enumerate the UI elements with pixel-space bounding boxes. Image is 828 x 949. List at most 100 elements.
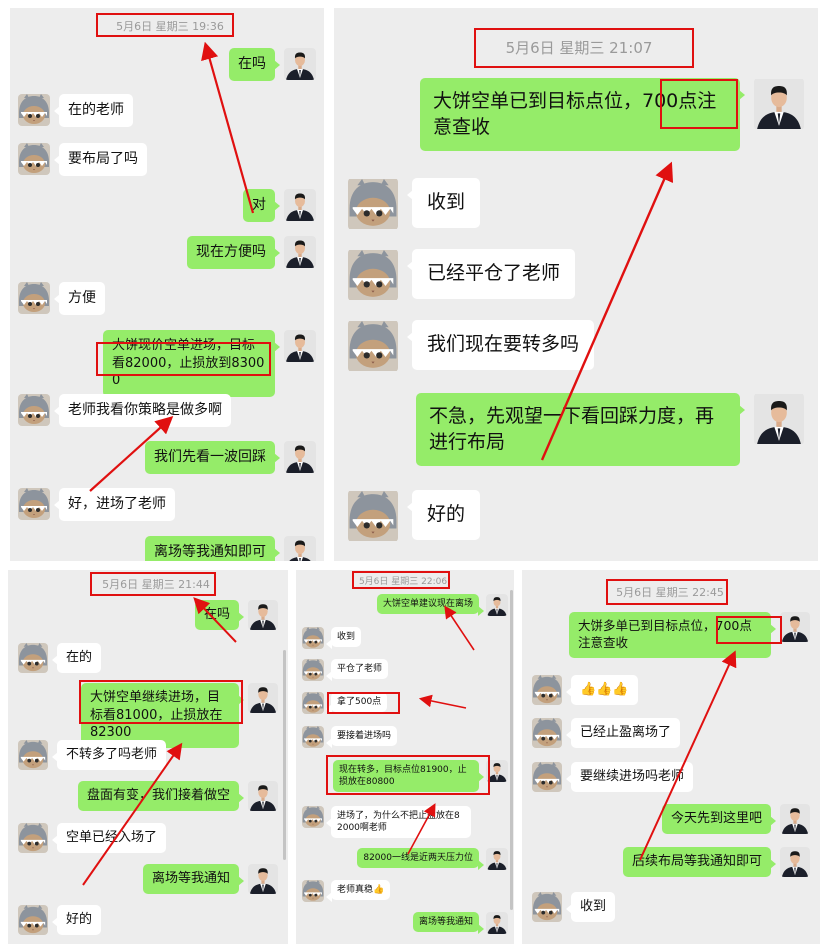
cat-shark-avatar[interactable] xyxy=(18,394,50,426)
cat-shark-avatar[interactable] xyxy=(348,320,398,372)
teacher-avatar[interactable] xyxy=(248,864,278,894)
message-bubble[interactable]: 在的老师 xyxy=(54,94,133,127)
message-bubble[interactable]: 盘面有变，我们接着做空 xyxy=(77,781,245,811)
message-bubble[interactable]: 离场等我通知即可 xyxy=(145,536,280,561)
teacher-avatar[interactable] xyxy=(248,781,278,811)
message-row: 我们现在要转多吗 xyxy=(348,320,595,372)
teacher-avatar[interactable] xyxy=(754,393,804,445)
message-bubble[interactable]: 在吗 xyxy=(194,600,245,630)
message-row: 进场了，为什么不把止盈放在82000啊老师 xyxy=(302,806,471,839)
message-bubble[interactable]: 进场了，为什么不把止盈放在82000啊老师 xyxy=(326,806,471,839)
teacher-avatar[interactable] xyxy=(284,236,316,268)
message-row: 对 xyxy=(243,189,316,222)
message-bubble[interactable]: 好，进场了老师 xyxy=(54,488,175,521)
message-bubble[interactable]: 对 xyxy=(243,189,280,222)
message-row: 👍👍👍 xyxy=(532,675,638,705)
message-row: 要继续进场吗老师 xyxy=(532,762,694,792)
message-bubble[interactable]: 要接着进场吗 xyxy=(325,726,398,749)
message-bubble[interactable]: 老师我看你策略是做多啊 xyxy=(54,394,231,427)
message-bubble[interactable]: 后续布局等我通知即可 xyxy=(622,847,777,877)
message-bubble[interactable]: 我们现在要转多吗 xyxy=(406,320,595,370)
cat-shark-avatar[interactable] xyxy=(532,675,562,705)
cat-shark-avatar[interactable] xyxy=(302,627,324,649)
cat-shark-avatar[interactable] xyxy=(302,692,324,714)
cat-shark-avatar[interactable] xyxy=(18,94,50,126)
highlight-box xyxy=(326,755,490,795)
message-row: 在的 xyxy=(18,643,102,673)
cat-shark-avatar[interactable] xyxy=(18,488,50,520)
scrollbar[interactable] xyxy=(283,650,286,860)
message-row: 好的 xyxy=(348,490,481,542)
message-bubble[interactable]: 在吗 xyxy=(229,48,280,81)
message-bubble[interactable]: 大饼空单建议现在离场 xyxy=(376,594,485,617)
message-row: 要接着进场吗 xyxy=(302,726,398,749)
chat-panel-2: 5月6日 星期三 21:07 大饼空单已到目标点位，700点注意查收 收到 已经… xyxy=(334,8,818,561)
teacher-avatar[interactable] xyxy=(248,683,278,713)
message-bubble[interactable]: 离场等我通知 xyxy=(412,912,485,935)
scrollbar[interactable] xyxy=(510,590,513,910)
message-bubble[interactable]: 在的 xyxy=(51,643,102,673)
cat-shark-avatar[interactable] xyxy=(302,726,324,748)
cat-shark-avatar[interactable] xyxy=(348,490,398,542)
message-row: 82000一线是近两天压力位 xyxy=(357,848,508,871)
message-bubble[interactable]: 82000一线是近两天压力位 xyxy=(357,848,484,871)
message-bubble[interactable]: 👍👍👍 xyxy=(566,675,638,705)
message-bubble[interactable]: 好的 xyxy=(51,905,102,935)
highlight-box xyxy=(79,680,243,724)
teacher-avatar[interactable] xyxy=(754,78,804,130)
cat-shark-avatar[interactable] xyxy=(348,178,398,230)
message-bubble[interactable]: 空单已经入场了 xyxy=(51,823,167,853)
cat-shark-avatar[interactable] xyxy=(18,740,48,770)
cat-shark-avatar[interactable] xyxy=(18,643,48,673)
teacher-avatar[interactable] xyxy=(486,594,508,616)
message-bubble[interactable]: 收到 xyxy=(325,627,362,650)
teacher-avatar[interactable] xyxy=(780,612,810,642)
message-bubble[interactable]: 不转多了吗老师 xyxy=(51,740,167,770)
teacher-avatar[interactable] xyxy=(248,600,278,630)
message-bubble[interactable]: 要布局了吗 xyxy=(54,143,147,176)
message-row: 我们先看一波回踩 xyxy=(145,441,316,474)
message-bubble[interactable]: 老师真稳👍 xyxy=(325,880,391,903)
message-bubble[interactable]: 已经平仓了老师 xyxy=(406,249,576,299)
cat-shark-avatar[interactable] xyxy=(348,249,398,301)
message-bubble[interactable]: 离场等我通知 xyxy=(142,864,245,894)
cat-shark-avatar[interactable] xyxy=(18,282,50,314)
teacher-avatar[interactable] xyxy=(284,48,316,80)
message-bubble[interactable]: 今天先到这里吧 xyxy=(661,804,777,834)
message-bubble[interactable]: 好的 xyxy=(406,490,481,540)
cat-shark-avatar[interactable] xyxy=(302,659,324,681)
teacher-avatar[interactable] xyxy=(284,441,316,473)
message-bubble[interactable]: 收到 xyxy=(565,892,616,922)
highlight-box xyxy=(606,579,728,605)
cat-shark-avatar[interactable] xyxy=(532,892,562,922)
message-bubble[interactable]: 我们先看一波回踩 xyxy=(145,441,280,474)
highlight-box xyxy=(96,342,271,376)
message-bubble[interactable]: 方便 xyxy=(54,282,105,315)
teacher-avatar[interactable] xyxy=(486,848,508,870)
cat-shark-avatar[interactable] xyxy=(18,905,48,935)
cat-shark-avatar[interactable] xyxy=(302,806,324,828)
message-row: 不急，先观望一下看回踩力度，再进行布局 xyxy=(416,393,804,467)
message-bubble[interactable]: 现在方便吗 xyxy=(187,236,280,269)
message-bubble[interactable]: 不急，先观望一下看回踩力度，再进行布局 xyxy=(416,393,745,467)
teacher-avatar[interactable] xyxy=(486,912,508,934)
chat-panel-4: 5月6日 星期三 22:06 大饼空单建议现在离场 收到 平仓了老师 拿了500… xyxy=(296,570,514,944)
cat-shark-avatar[interactable] xyxy=(302,880,324,902)
message-row: 盘面有变，我们接着做空 xyxy=(77,781,278,811)
message-bubble[interactable]: 收到 xyxy=(406,178,481,228)
teacher-avatar[interactable] xyxy=(780,847,810,877)
cat-shark-avatar[interactable] xyxy=(532,718,562,748)
cat-shark-avatar[interactable] xyxy=(18,143,50,175)
cat-shark-avatar[interactable] xyxy=(18,823,48,853)
teacher-avatar[interactable] xyxy=(780,804,810,834)
message-row: 已经止盈离场了 xyxy=(532,718,681,748)
chat-panel-5: 5月6日 星期三 22:45 大饼多单已到目标点位，700点注意查收 👍👍👍 已… xyxy=(522,570,820,944)
message-row: 收到 xyxy=(348,178,481,230)
message-bubble[interactable]: 已经止盈离场了 xyxy=(565,718,681,748)
teacher-avatar[interactable] xyxy=(284,330,316,362)
teacher-avatar[interactable] xyxy=(284,189,316,221)
message-bubble[interactable]: 要继续进场吗老师 xyxy=(565,762,694,792)
teacher-avatar[interactable] xyxy=(284,536,316,561)
cat-shark-avatar[interactable] xyxy=(532,762,562,792)
message-bubble[interactable]: 平仓了老师 xyxy=(325,659,389,682)
